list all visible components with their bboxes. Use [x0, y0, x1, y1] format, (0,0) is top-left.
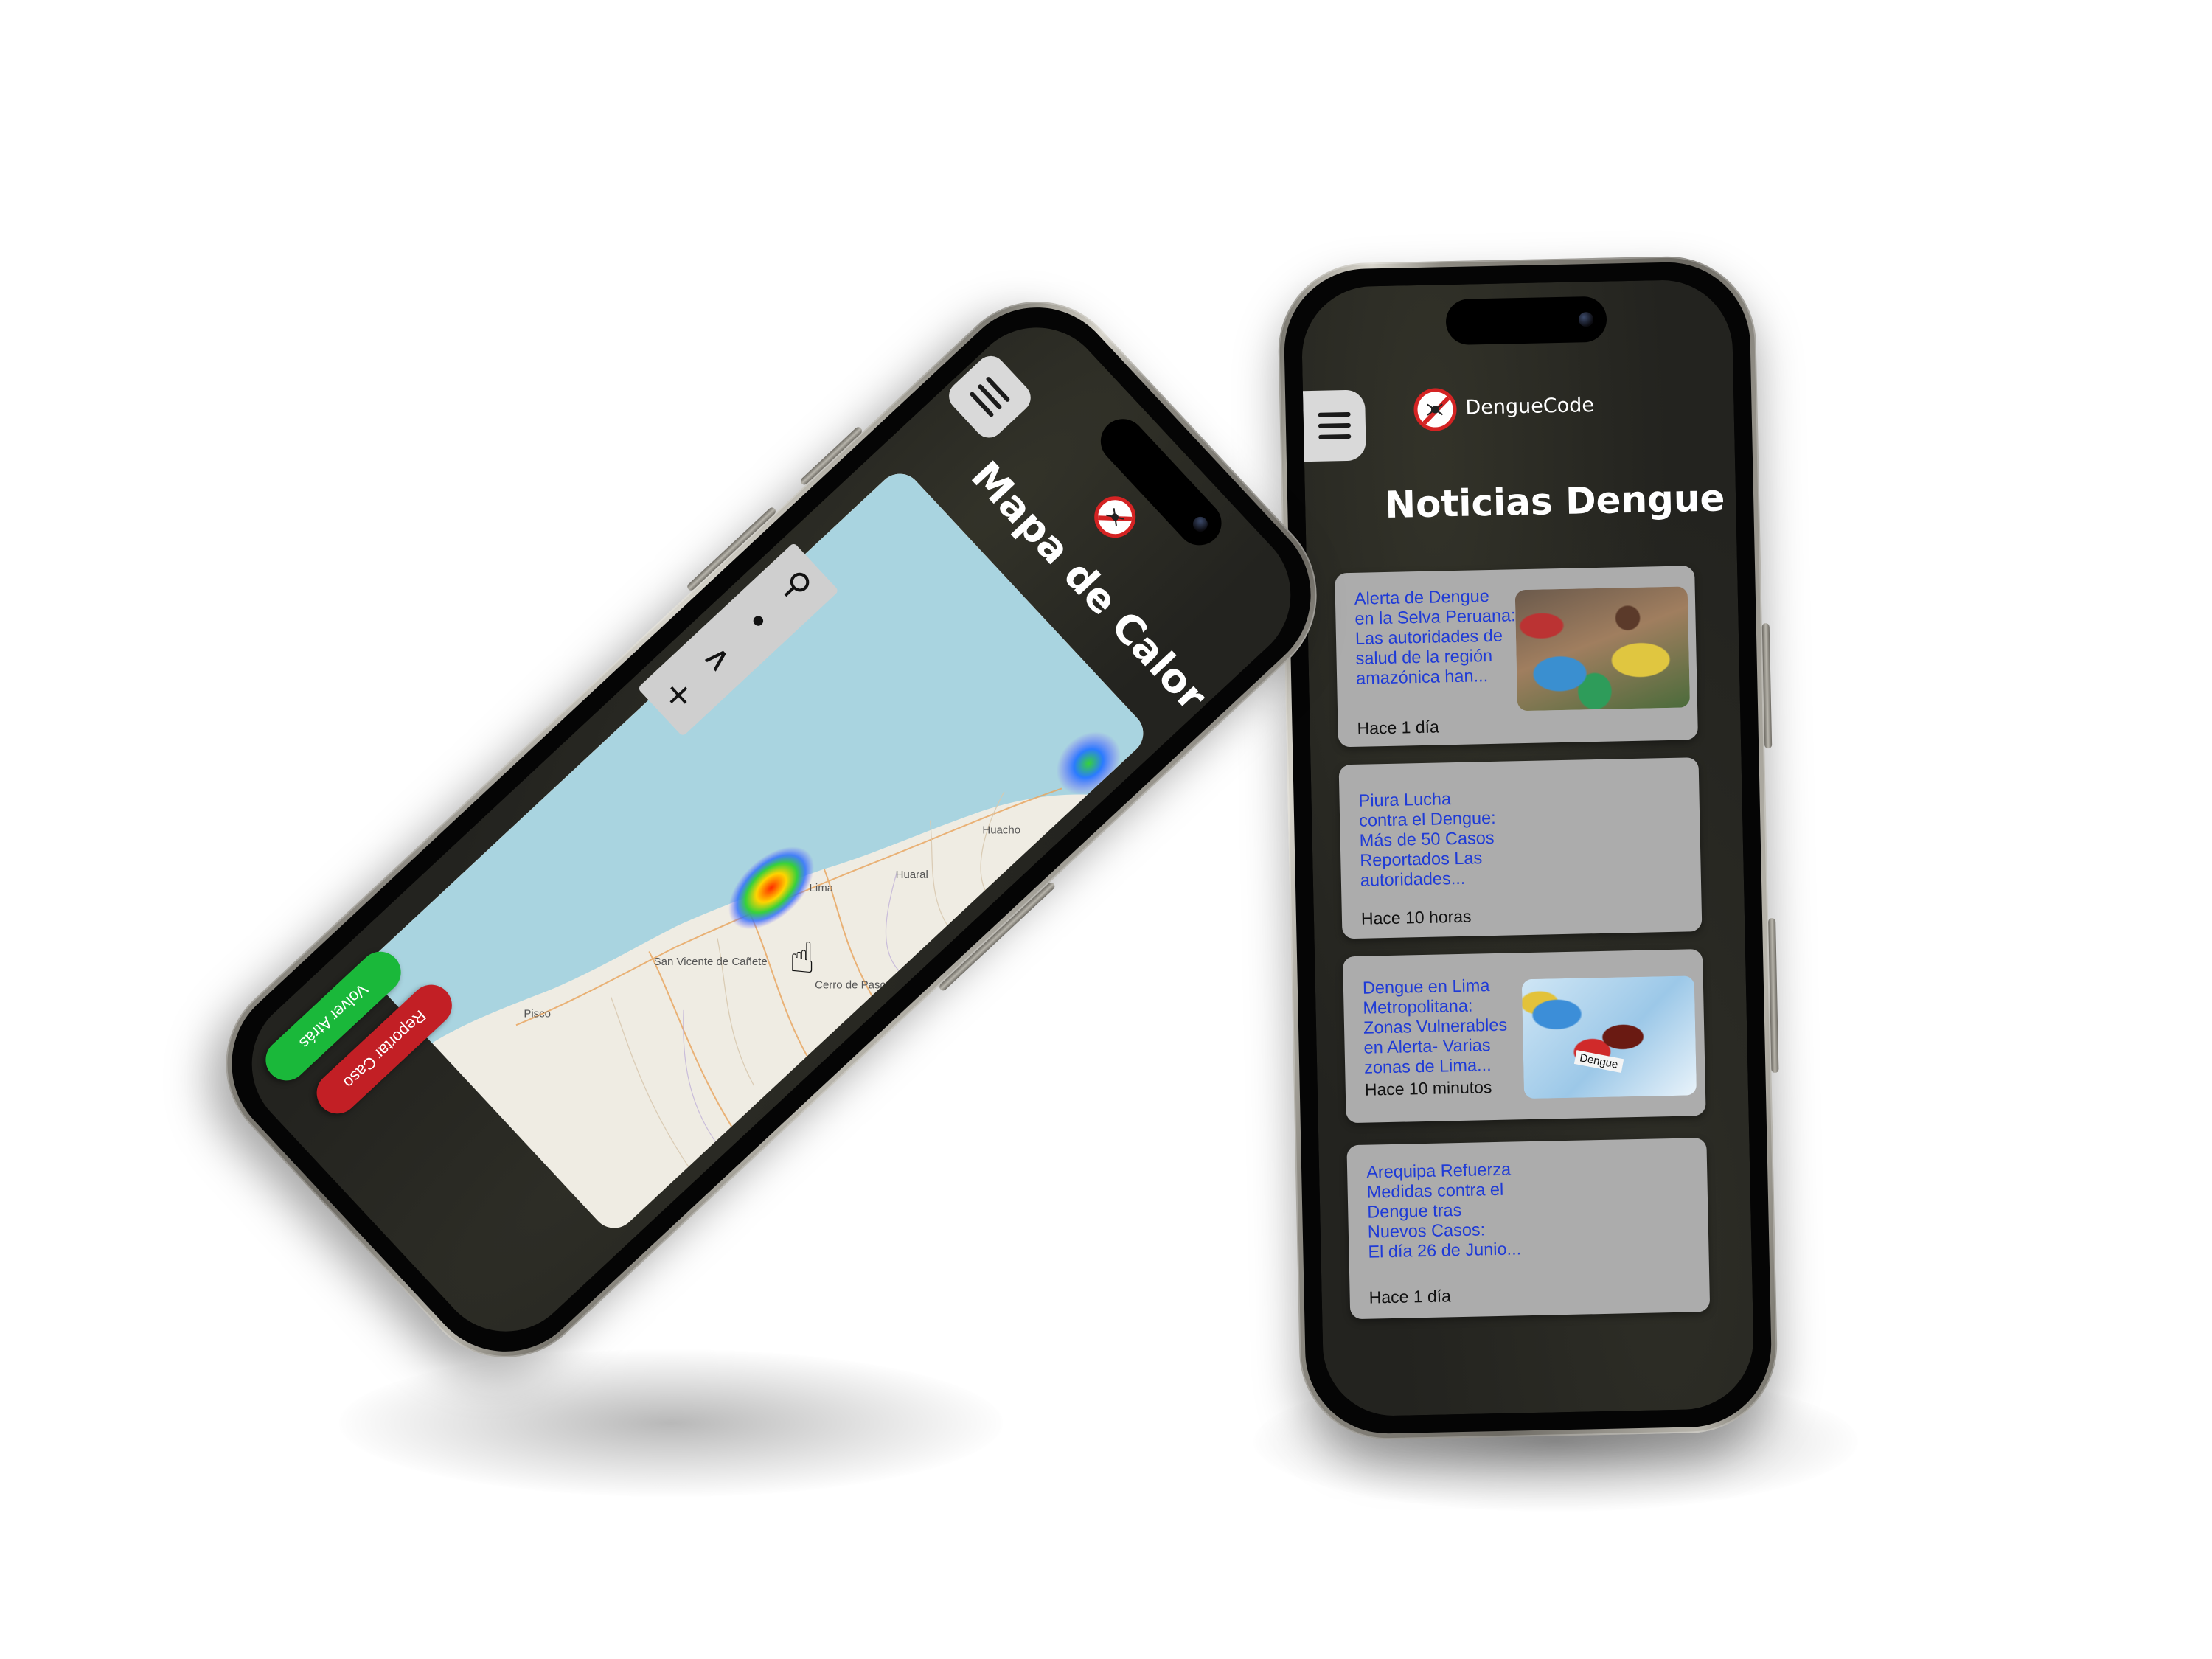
- brand-name: DengueCode: [1465, 393, 1595, 420]
- news-card-title[interactable]: Alerta de Dengue en la Selva Peruana: La…: [1354, 585, 1517, 689]
- map-city-label: Huacho: [982, 824, 1021, 837]
- news-timestamp: Hace 10 horas: [1360, 906, 1472, 928]
- up-icon[interactable]: ∧: [691, 630, 747, 686]
- map-city-label: San Vicente de Cañete: [653, 955, 768, 968]
- news-screen: DengueCode Noticias Dengue Alerta de Den…: [1301, 279, 1755, 1417]
- map-border: [683, 1009, 716, 1142]
- map-border: [885, 871, 900, 971]
- camera-lens-icon: [1578, 311, 1594, 327]
- news-timestamp: Hace 1 día: [1357, 717, 1440, 738]
- menu-bar: [1318, 411, 1351, 417]
- news-title-line: contra el Dengue:: [1358, 807, 1496, 830]
- dynamic-island: [1445, 296, 1607, 346]
- camera-lens-icon: [1189, 513, 1211, 535]
- map-road: [648, 950, 733, 1127]
- map-screen: Mapa de Calor Lima Huacho Huaral Cerro d…: [223, 298, 1320, 1361]
- news-title-line: El día 26 de Junio...: [1368, 1239, 1522, 1262]
- news-timestamp: Hace 1 día: [1368, 1286, 1452, 1307]
- map-city-label: Lima: [809, 881, 834, 894]
- left-phone-shadow: [339, 1349, 1003, 1497]
- side-button: [1768, 917, 1779, 1074]
- news-title-line: zonas de Lima...: [1363, 1055, 1492, 1077]
- menu-button[interactable]: [1302, 389, 1366, 462]
- news-card-title[interactable]: Piura Lucha contra el Dengue: Más de 50 …: [1358, 788, 1497, 891]
- map-city-label: Huaral: [895, 869, 928, 882]
- news-title-line: Piura Lucha: [1358, 789, 1452, 810]
- news-timestamp: Hace 10 minutos: [1364, 1077, 1492, 1099]
- mosquito-icon: [1427, 402, 1444, 417]
- map-phone: Mapa de Calor Lima Huacho Huaral Cerro d…: [189, 265, 1354, 1394]
- mosquito-icon: [1105, 507, 1125, 527]
- news-phone: DengueCode Noticias Dengue Alerta de Den…: [1274, 254, 1779, 1441]
- news-title-line: en Alerta- Varias: [1363, 1035, 1491, 1057]
- news-title-line: salud de la región: [1355, 645, 1493, 668]
- news-title-line: Dengue en Lima: [1362, 975, 1490, 998]
- news-card-title[interactable]: Dengue en Lima Metropolitana: Zonas Vuln…: [1363, 975, 1509, 1078]
- news-title-line: Reportados Las: [1360, 848, 1483, 870]
- side-button: [1761, 623, 1773, 749]
- news-title-line: Zonas Vulnerables: [1363, 1015, 1508, 1037]
- person-icon[interactable]: •: [730, 593, 786, 649]
- hand-pointer-icon: ☝: [789, 932, 815, 983]
- map-city-label: Cerro de Pasco: [815, 978, 892, 992]
- page-title: Noticias Dengue: [1384, 476, 1725, 526]
- news-image[interactable]: Dengue: [1521, 975, 1697, 1099]
- news-card[interactable]: Alerta de Dengue en la Selva Peruana: La…: [1335, 566, 1698, 748]
- news-image-caption: Dengue: [1573, 1050, 1624, 1073]
- map-city-label: Pisco: [524, 1007, 552, 1020]
- news-title-line: Medidas contra el: [1366, 1179, 1504, 1202]
- news-card-title[interactable]: Arequipa Refuerza Medidas contra el Deng…: [1366, 1159, 1522, 1262]
- news-card[interactable]: Dengue en Lima Metropolitana: Zonas Vuln…: [1343, 949, 1706, 1124]
- news-card[interactable]: Piura Lucha contra el Dengue: Más de 50 …: [1338, 757, 1703, 939]
- news-title-line: Más de 50 Casos: [1359, 827, 1495, 850]
- news-image[interactable]: [1514, 586, 1691, 712]
- news-title-line: Metropolitana:: [1363, 995, 1473, 1018]
- phone-bezel: DengueCode Noticias Dengue Alerta de Den…: [1282, 260, 1773, 1436]
- news-title-line: autoridades...: [1360, 868, 1466, 890]
- menu-button[interactable]: [942, 349, 1037, 444]
- phone-bezel: Mapa de Calor Lima Huacho Huaral Cerro d…: [198, 273, 1345, 1386]
- menu-bar: [1318, 422, 1352, 428]
- news-card[interactable]: Arequipa Refuerza Medidas contra el Deng…: [1346, 1138, 1711, 1320]
- menu-bar: [1318, 434, 1352, 439]
- dengue-logo-icon: [1413, 387, 1458, 432]
- news-title-line: amazónica han...: [1355, 666, 1489, 688]
- dengue-logo-icon: [1085, 487, 1144, 546]
